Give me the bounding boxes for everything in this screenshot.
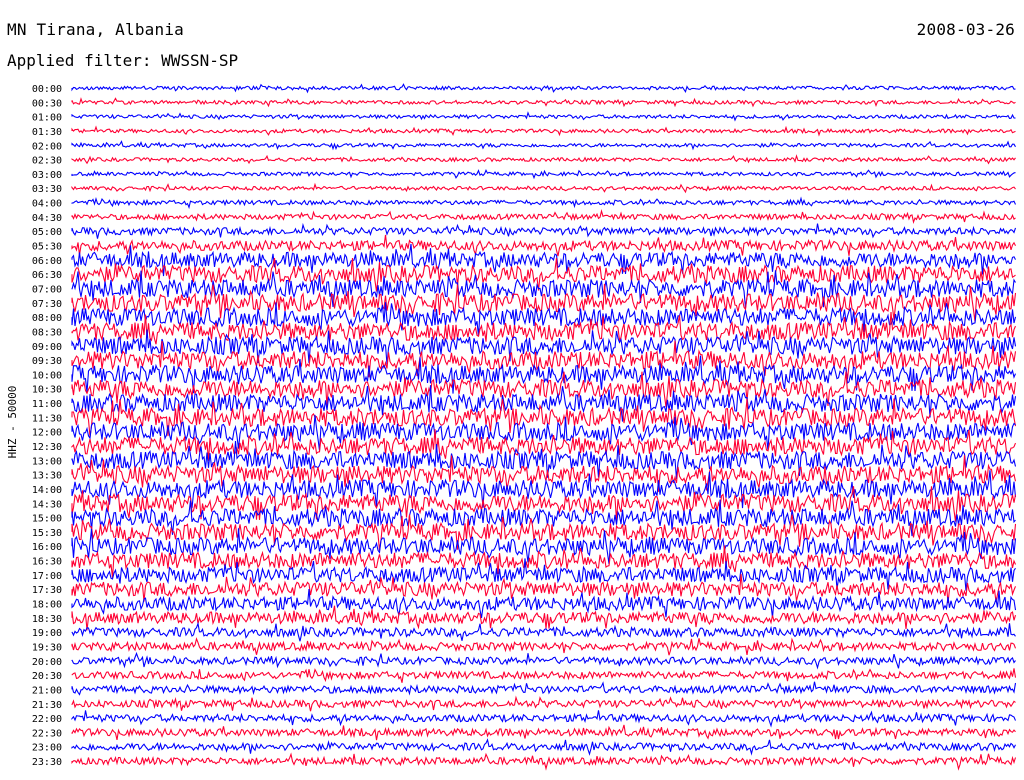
row-label: 21:00 — [32, 685, 62, 696]
row-label: 02:30 — [32, 156, 62, 167]
row-label: 04:30 — [32, 213, 62, 224]
trace-line — [71, 752, 1017, 771]
trace-line — [71, 668, 1017, 683]
row-label: 01:30 — [32, 127, 62, 138]
trace-line — [71, 111, 1016, 122]
row-label: 23:30 — [32, 757, 62, 768]
row-label: 03:00 — [32, 170, 62, 181]
row-label: 07:00 — [32, 284, 62, 295]
row-label: 05:30 — [32, 242, 62, 253]
trace-line — [71, 97, 1016, 108]
row-label: 04:00 — [32, 199, 62, 210]
trace-line — [71, 182, 1016, 194]
trace-line — [71, 710, 1017, 728]
row-label: 19:00 — [32, 628, 62, 639]
row-label: 07:30 — [32, 299, 62, 310]
row-label: 21:30 — [32, 700, 62, 711]
row-label: 14:30 — [32, 499, 62, 510]
row-label: 00:30 — [32, 98, 62, 109]
row-label: 00:00 — [32, 84, 62, 95]
trace-line — [71, 724, 1016, 741]
row-label: 10:00 — [32, 370, 62, 381]
trace-line — [71, 125, 1016, 137]
trace-line — [71, 695, 1016, 712]
row-label: 06:30 — [32, 270, 62, 281]
row-label: 16:30 — [32, 557, 62, 568]
trace-line — [71, 637, 1017, 656]
row-label: 20:30 — [32, 671, 62, 682]
row-label: 19:30 — [32, 642, 62, 653]
trace-line — [71, 140, 1016, 151]
row-label: 16:00 — [32, 542, 62, 553]
row-label: 15:00 — [32, 514, 62, 525]
row-label: 17:30 — [32, 585, 62, 596]
trace-line — [71, 83, 1016, 94]
row-label: 02:00 — [32, 141, 62, 152]
trace-line — [71, 222, 1017, 239]
trace-line — [71, 621, 1016, 642]
trace-line — [71, 208, 1016, 225]
row-label: 18:00 — [32, 600, 62, 611]
trace-line — [71, 738, 1016, 756]
trace-line — [71, 283, 1017, 322]
row-label: 08:00 — [32, 313, 62, 324]
trace-line — [71, 651, 1016, 670]
row-label: 10:30 — [32, 385, 62, 396]
trace-line — [71, 588, 1017, 619]
row-label: 11:30 — [32, 413, 62, 424]
row-label: 18:30 — [32, 614, 62, 625]
row-label: 09:00 — [32, 342, 62, 353]
row-label: 23:00 — [32, 743, 62, 754]
row-label: 17:00 — [32, 571, 62, 582]
row-label: 01:00 — [32, 113, 62, 124]
row-label: 09:30 — [32, 356, 62, 367]
trace-line — [71, 154, 1016, 165]
row-label: 15:30 — [32, 528, 62, 539]
row-label: 08:30 — [32, 327, 62, 338]
row-label: 22:00 — [32, 714, 62, 725]
row-label: 13:30 — [32, 471, 62, 482]
helicorder-plot: 00:00 00:30 01:00 01:30 02:00 02:30 03:00 03:30… — [32, 83, 1017, 771]
row-label: 12:30 — [32, 442, 62, 453]
row-label: 11:00 — [32, 399, 62, 410]
row-label: 03:30 — [32, 184, 62, 195]
row-label: 05:00 — [32, 227, 62, 238]
row-label: 12:00 — [32, 428, 62, 439]
row-label: 22:30 — [32, 728, 62, 739]
row-label: 06:00 — [32, 256, 62, 267]
row-label: 14:00 — [32, 485, 62, 496]
row-label: 13:00 — [32, 456, 62, 467]
row-label: 20:00 — [32, 657, 62, 668]
trace-line — [71, 168, 1016, 180]
trace-line — [71, 681, 1017, 696]
trace-line — [71, 196, 1017, 210]
